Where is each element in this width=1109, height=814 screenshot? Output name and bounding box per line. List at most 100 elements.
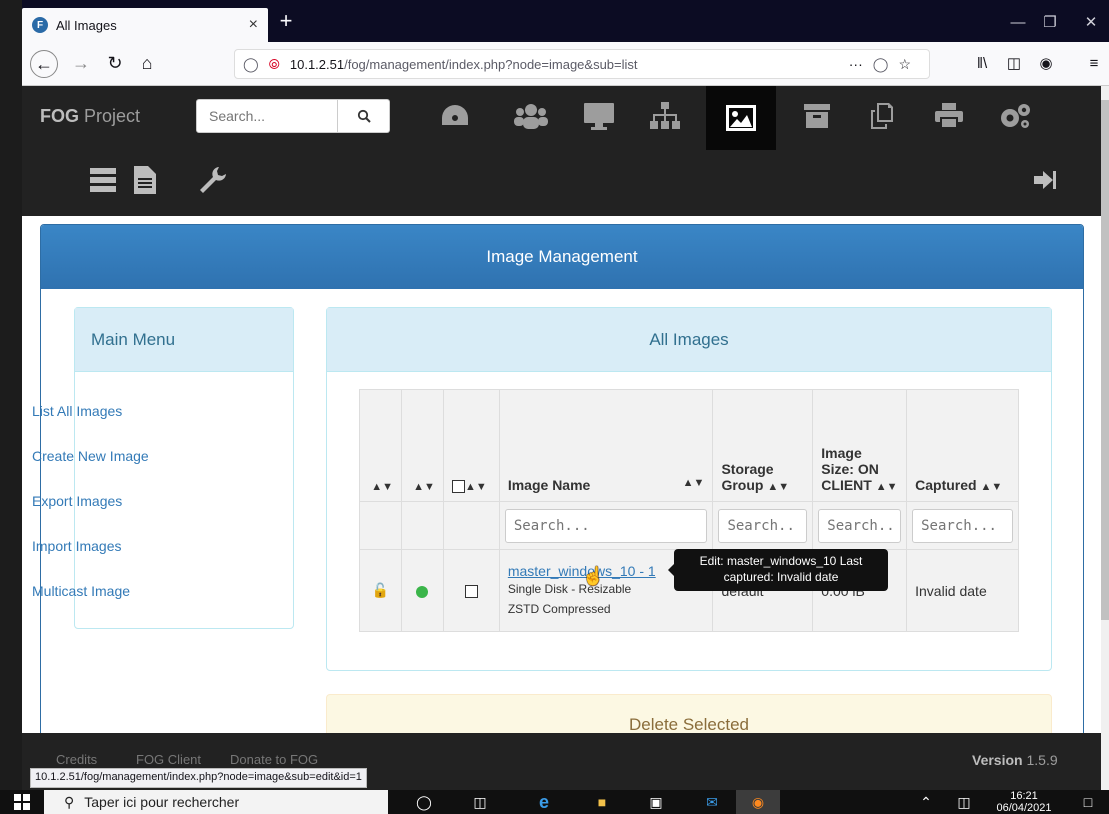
column-storage-group-label: Storage Group: [721, 461, 774, 493]
menu-item-multicast-image[interactable]: Multicast Image: [32, 583, 130, 599]
sort-lock-column[interactable]: ▲▼: [359, 389, 402, 502]
footer-link-fog-client[interactable]: FOG Client: [136, 752, 201, 767]
table-filter-row: [359, 501, 1019, 550]
groups-sitemap-icon[interactable]: [640, 96, 690, 136]
forward-arrow-icon[interactable]: →: [66, 48, 96, 78]
mail-icon[interactable]: ✉: [694, 790, 730, 814]
select-all-checkbox[interactable]: [451, 479, 465, 493]
report-file-icon[interactable]: [122, 160, 168, 200]
menu-item-create-new-image[interactable]: Create New Image: [32, 448, 149, 464]
browser-tab-active[interactable]: F All Images ×: [22, 8, 268, 42]
search-button[interactable]: [338, 99, 390, 133]
close-window-icon[interactable]: ✕: [1073, 8, 1109, 36]
search-input[interactable]: [196, 99, 338, 133]
snapins-copy-icon[interactable]: [858, 96, 908, 136]
users-icon[interactable]: [506, 96, 556, 136]
column-image-size-label: Image Size: ON CLIENT: [821, 445, 879, 493]
url-host: 10.1.2.51: [289, 56, 345, 72]
page-actions-icon[interactable]: ···: [849, 56, 863, 72]
sort-icon: ▲▼: [464, 481, 487, 493]
desktop-edge: [0, 0, 22, 790]
taskbar-clock[interactable]: 16:21 06/04/2021: [994, 790, 1054, 814]
filter-empty-cell: [359, 501, 402, 550]
menu-item-import-images[interactable]: Import Images: [32, 538, 121, 554]
firefox-icon[interactable]: ◉: [736, 790, 780, 814]
captured-cell: Invalid date: [906, 549, 1019, 632]
captured-filter-input[interactable]: [912, 508, 1013, 543]
select-all-header[interactable]: ▲▼: [442, 389, 500, 502]
wrench-icon[interactable]: [190, 160, 236, 200]
insecure-lock-icon[interactable]: ⦾: [269, 56, 280, 73]
filter-cell: [812, 501, 908, 550]
sort-icon: ▲▼: [980, 481, 1003, 493]
task-view-icon[interactable]: ◫: [462, 790, 498, 814]
search-icon: ⚲: [64, 793, 75, 810]
unlock-icon[interactable]: 🔓: [372, 582, 389, 598]
reload-icon[interactable]: ↻: [100, 48, 130, 78]
image-size-filter-input[interactable]: [818, 508, 902, 543]
search-icon: [357, 109, 371, 123]
images-picture-icon[interactable]: [706, 86, 776, 150]
cortana-icon[interactable]: ◯: [406, 790, 442, 814]
image-compression: ZSTD Compressed: [507, 601, 611, 616]
column-captured-label: Captured: [915, 477, 977, 493]
row-select-checkbox[interactable]: [464, 585, 478, 599]
footer-link-donate[interactable]: Donate to FOG: [230, 752, 318, 767]
store-icon[interactable]: ▣: [638, 790, 674, 814]
sort-icon: ▲▼: [767, 481, 790, 493]
main-menu-title: Main Menu: [75, 308, 293, 372]
dashboard-icon[interactable]: [430, 96, 480, 136]
account-icon[interactable]: ◉: [1032, 48, 1060, 78]
images-table: ▲▼ ▲▼ ▲▼ Image Name ▲▼ Storage Group ▲▼ I…: [359, 389, 1019, 632]
page-title: Image Management: [41, 225, 1083, 289]
menu-hamburger-icon[interactable]: ≡: [1080, 48, 1108, 78]
home-icon[interactable]: ⌂: [132, 48, 162, 78]
new-tab-button[interactable]: +: [274, 6, 298, 36]
version-number: 1.5.9: [1026, 752, 1058, 768]
bookmark-star-icon[interactable]: ☆: [898, 56, 911, 73]
menu-item-export-images[interactable]: Export Images: [32, 493, 122, 509]
storage-archive-icon[interactable]: [792, 96, 842, 136]
pocket-icon[interactable]: ◯: [873, 56, 889, 73]
storage-group-filter-input[interactable]: [718, 508, 808, 543]
column-image-size[interactable]: Image Size: ON CLIENT ▲▼: [812, 389, 908, 502]
sort-icon: ▲▼: [682, 477, 705, 489]
restore-window-icon[interactable]: ❐: [1032, 8, 1068, 36]
settings-gears-icon[interactable]: [990, 96, 1040, 136]
sort-status-column[interactable]: ▲▼: [400, 389, 444, 502]
hosts-monitor-icon[interactable]: [574, 96, 624, 136]
table-header-row: ▲▼ ▲▼ ▲▼ Image Name ▲▼ Storage Group ▲▼ I…: [359, 389, 1019, 502]
brand-logo[interactable]: FOG Project: [40, 106, 140, 127]
printer-icon[interactable]: [924, 96, 974, 136]
sort-icon: ▲▼: [875, 481, 898, 493]
logout-icon[interactable]: [1022, 160, 1068, 200]
main-menu-panel: Main Menu: [74, 307, 294, 629]
shield-icon[interactable]: ◯: [243, 56, 259, 73]
file-explorer-icon[interactable]: ■: [584, 790, 620, 814]
show-hidden-icons-chevron-icon[interactable]: ⌃: [908, 790, 944, 814]
column-captured[interactable]: Captured ▲▼: [906, 389, 1019, 502]
taskbar-search-box[interactable]: ⚲ Taper ici pour rechercher: [44, 790, 388, 814]
url-bar[interactable]: ◯ ⦾ 10.1.2.51/fog/management/index.php?n…: [234, 49, 930, 79]
column-storage-group[interactable]: Storage Group ▲▼: [712, 389, 814, 502]
windows-start-icon[interactable]: [0, 790, 44, 814]
screen: F All Images × + — ❐ ✕ ← → ↻ ⌂ ◯ ⦾ 10.1.…: [0, 0, 1109, 814]
edge-browser-icon[interactable]: e: [526, 790, 562, 814]
close-tab-icon[interactable]: ×: [249, 16, 258, 34]
minimize-window-icon[interactable]: —: [1000, 8, 1036, 36]
back-arrow-icon[interactable]: ←: [30, 50, 58, 78]
hand-cursor-icon: ☝: [582, 566, 605, 586]
library-icon[interactable]: ‖\: [968, 48, 996, 78]
scrollbar-thumb[interactable]: [1101, 100, 1109, 620]
image-name-filter-input[interactable]: [504, 508, 708, 543]
browser-tab-title: All Images: [56, 17, 117, 33]
network-icon[interactable]: ◫: [946, 790, 982, 814]
brand-bold: FOG: [40, 106, 79, 126]
column-image-name[interactable]: Image Name ▲▼: [498, 389, 714, 502]
sidebar-icon[interactable]: ◫: [1000, 48, 1028, 78]
link-status-bar: 10.1.2.51/fog/management/index.php?node=…: [30, 768, 367, 788]
menu-item-list-all-images[interactable]: List All Images: [32, 403, 122, 419]
footer-link-credits[interactable]: Credits: [56, 752, 97, 767]
notifications-icon[interactable]: □: [1070, 790, 1106, 814]
server-list-icon[interactable]: [80, 160, 126, 200]
